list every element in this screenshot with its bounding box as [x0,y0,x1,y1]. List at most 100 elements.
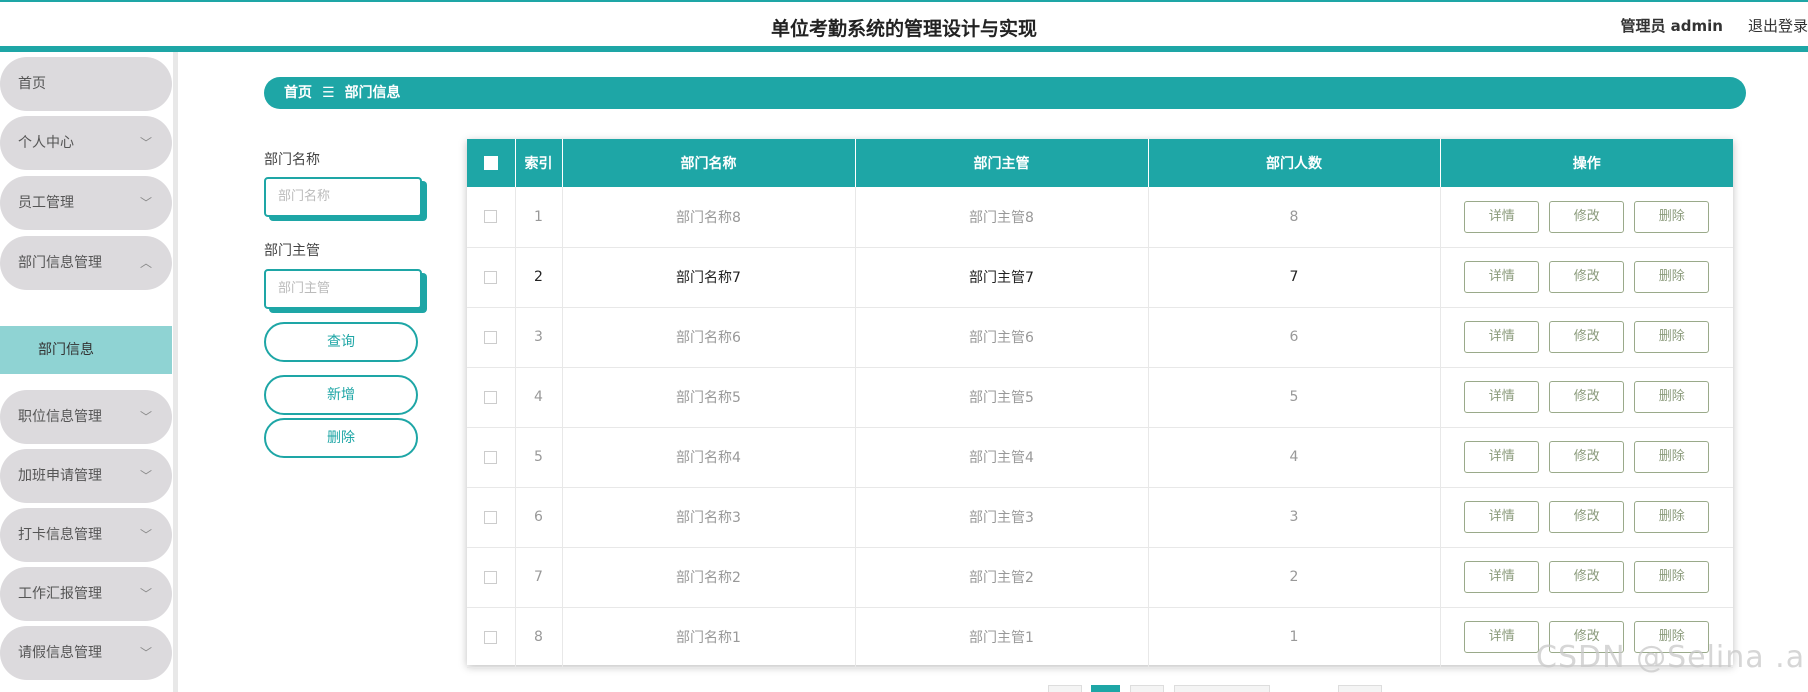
add-button[interactable]: 新增 [264,375,418,415]
manager-cell: 部门主管5 [855,367,1149,427]
row-checkbox-cell [467,607,516,667]
name-cell: 部门名称8 [562,187,856,247]
detail-button[interactable]: 详情 [1464,441,1540,473]
sidebar-subitem-department-info[interactable]: 部门信息 [0,326,172,374]
department-manager-input[interactable]: 部门主管 [264,269,422,309]
edit-button[interactable]: 修改 [1549,561,1625,593]
delete-button[interactable]: 删除 [1634,441,1710,473]
department-name-label: 部门名称 [264,152,320,168]
batch-delete-button[interactable]: 删除 [264,418,418,458]
row-checkbox[interactable] [484,570,498,584]
manager-cell: 部门主管7 [855,247,1149,307]
detail-button[interactable]: 详情 [1464,261,1540,293]
name-cell: 部门名称6 [562,307,856,367]
table-header-row: 索引 部门名称 部门主管 部门人数 操作 [467,139,1733,187]
edit-button[interactable]: 修改 [1549,261,1625,293]
breadcrumb-current: 部门信息 [344,85,401,101]
sidebar-item-department[interactable]: 部门信息管理 ︿ [0,236,172,290]
manager-cell: 部门主管3 [855,487,1149,547]
delete-button[interactable]: 删除 [1634,200,1710,233]
edit-button[interactable]: 修改 [1549,441,1625,473]
sidebar-item-label: 部门信息管理 [18,255,102,271]
chevron-down-icon: ﹀ [139,196,152,210]
detail-button[interactable]: 详情 [1464,621,1540,653]
index-cell: 7 [515,547,563,607]
column-header-name: 部门名称 [562,139,856,187]
row-checkbox-cell [467,487,516,547]
table-row: 4 部门名称5 部门主管5 5 详情 修改 删除 [467,367,1733,427]
sidebar-item-label: 首页 [18,76,46,92]
sidebar-item-home[interactable]: 首页 [0,57,172,111]
manager-cell: 部门主管6 [855,307,1149,367]
column-header-index: 索引 [515,139,563,187]
row-checkbox[interactable] [484,510,498,524]
column-header-count: 部门人数 [1148,139,1441,187]
name-cell: 部门名称7 [562,247,856,307]
jump-page-input[interactable] [1338,685,1382,692]
edit-button[interactable]: 修改 [1549,501,1625,533]
sidebar-item-position[interactable]: 职位信息管理 ﹀ [0,390,172,444]
index-cell: 2 [515,247,563,307]
sidebar-item-label: 加班申请管理 [18,468,102,484]
row-checkbox[interactable] [484,270,498,284]
menu-icon: ☰ [322,85,335,101]
count-cell: 3 [1148,487,1441,547]
count-cell: 7 [1148,247,1441,307]
row-checkbox[interactable] [484,630,498,644]
logout-link[interactable]: 退出登录 [1748,15,1808,36]
chevron-down-icon: ﹀ [139,469,152,483]
sidebar-item-report[interactable]: 工作汇报管理 ﹀ [0,567,172,621]
ops-cell: 详情 修改 删除 [1440,427,1733,487]
sidebar-item-staff[interactable]: 员工管理 ﹀ [0,176,172,230]
delete-button[interactable]: 删除 [1634,321,1710,353]
sidebar-item-label: 员工管理 [18,195,74,211]
index-cell: 3 [515,307,563,367]
ops-cell: 详情 修改 删除 [1440,307,1733,367]
row-checkbox[interactable] [484,330,498,344]
row-checkbox[interactable] [484,390,498,404]
detail-button[interactable]: 详情 [1464,501,1540,533]
pager-page-1[interactable] [1091,685,1120,692]
detail-button[interactable]: 详情 [1464,321,1540,353]
table-row: 7 部门名称2 部门主管2 2 详情 修改 删除 [467,547,1733,607]
name-cell: 部门名称4 [562,427,856,487]
delete-button[interactable]: 删除 [1634,561,1710,593]
sidebar-item-label: 个人中心 [18,135,74,151]
row-checkbox[interactable] [484,210,498,224]
table-row: 1 部门名称8 部门主管8 8 详情 修改 删除 [467,187,1733,247]
breadcrumb: 首页 ☰ 部门信息 [264,77,1746,109]
delete-button[interactable]: 删除 [1634,261,1710,293]
detail-button[interactable]: 详情 [1464,381,1540,413]
row-checkbox[interactable] [484,450,498,464]
department-name-input[interactable]: 部门名称 [264,177,422,217]
row-checkbox-cell [467,187,516,247]
detail-button[interactable]: 详情 [1464,200,1540,233]
select-all-checkbox[interactable] [483,156,498,170]
pager-prev-button[interactable] [1048,685,1082,692]
name-cell: 部门名称5 [562,367,856,427]
detail-button[interactable]: 详情 [1464,561,1540,593]
row-checkbox-cell [467,547,516,607]
breadcrumb-home[interactable]: 首页 [284,85,312,101]
count-cell: 4 [1148,427,1441,487]
edit-button[interactable]: 修改 [1549,381,1625,413]
edit-button[interactable]: 修改 [1549,321,1625,353]
manager-cell: 部门主管2 [855,547,1149,607]
sidebar-item-leave[interactable]: 请假信息管理 ﹀ [0,626,172,680]
chevron-up-icon: ︿ [139,256,152,270]
count-cell: 6 [1148,307,1441,367]
query-button[interactable]: 查询 [264,322,418,362]
sidebar-item-clockin[interactable]: 打卡信息管理 ﹀ [0,508,172,562]
sidebar-item-personal[interactable]: 个人中心 ﹀ [0,116,172,170]
count-cell: 8 [1148,187,1441,247]
app-title: 单位考勤系统的管理设计与实现 [770,18,1037,40]
edit-button[interactable]: 修改 [1549,200,1625,233]
sidebar-item-overtime[interactable]: 加班申请管理 ﹀ [0,449,172,503]
delete-button[interactable]: 删除 [1634,381,1710,413]
row-checkbox-cell [467,247,516,307]
sidebar: 首页 个人中心 ﹀ 员工管理 ﹀ 部门信息管理 ︿ 部门信息 职位信息管理 ﹀ 加班申请… [0,52,178,692]
pager-next-button[interactable] [1130,685,1164,692]
sidebar-item-label: 职位信息管理 [18,409,102,425]
delete-button[interactable]: 删除 [1634,501,1710,533]
page-size-select[interactable] [1174,685,1270,692]
